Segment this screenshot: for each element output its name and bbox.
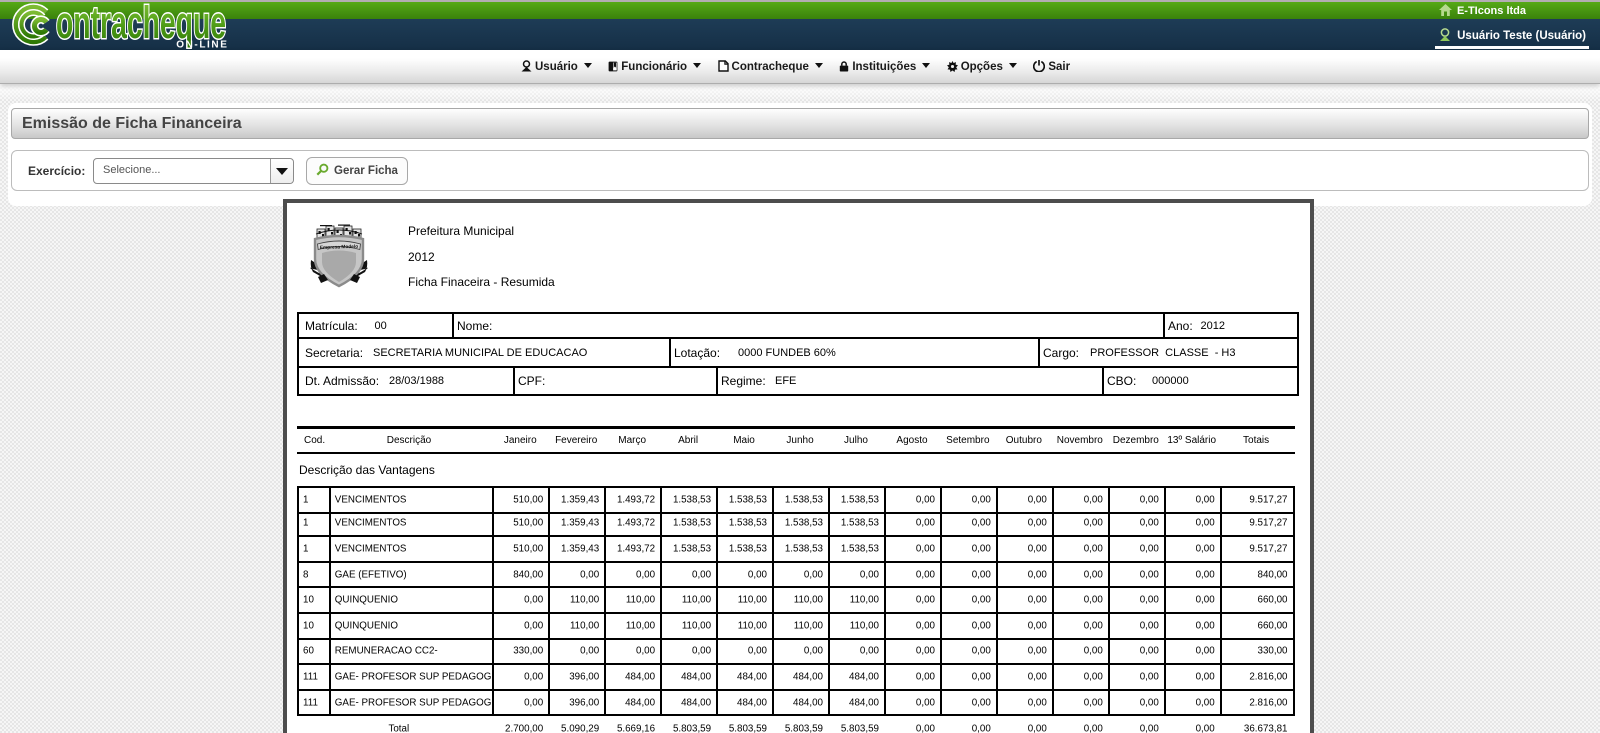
svg-text:ON-LINE: ON-LINE <box>176 40 228 51</box>
